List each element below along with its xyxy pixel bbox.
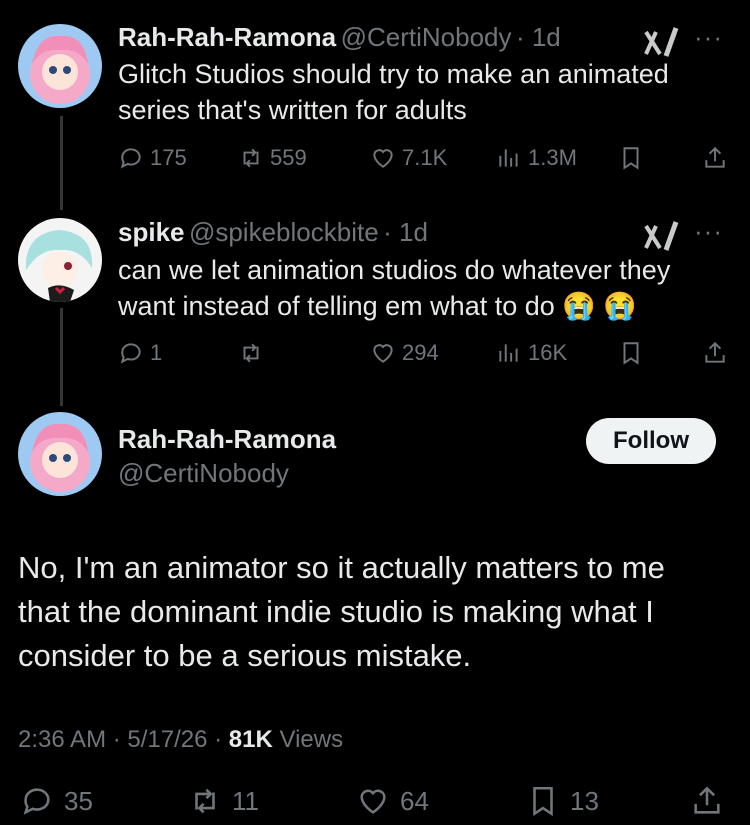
retweet-icon: [195, 788, 215, 814]
tweet-text-line: Glitch Studios should try to make an ani…: [118, 59, 669, 89]
reply-button[interactable]: 1: [118, 340, 162, 366]
share-icon: [705, 341, 725, 363]
reply-count: 175: [150, 145, 187, 170]
grok-icon[interactable]: [642, 220, 682, 254]
views-count: 81K: [228, 726, 273, 753]
more-icon[interactable]: ···: [694, 22, 723, 53]
views-icon: [499, 149, 518, 167]
avatar[interactable]: [18, 218, 102, 302]
reply-icon: [23, 788, 50, 815]
crying-emoji: 😭 😭: [562, 291, 638, 321]
post-date[interactable]: 5/17/26: [127, 726, 207, 753]
bookmark-icon: [623, 147, 639, 170]
handle[interactable]: @CertiNobody: [118, 458, 289, 489]
handle[interactable]: @CertiNobody: [341, 22, 512, 52]
display-name[interactable]: Rah-Rah-Ramona: [118, 424, 336, 455]
timestamp[interactable]: · 1d: [516, 22, 561, 52]
like-count: 7.1K: [402, 145, 448, 170]
bookmark-button[interactable]: [618, 340, 644, 366]
retweet-button[interactable]: 11: [188, 784, 259, 818]
post-time[interactable]: 2:36 AM: [18, 726, 106, 753]
retweet-button[interactable]: [238, 340, 270, 366]
timestamp[interactable]: · 1d: [383, 217, 428, 247]
grok-icon[interactable]: [642, 26, 682, 60]
retweet-button[interactable]: 559: [238, 145, 307, 171]
views-button[interactable]: 1.3M: [496, 145, 577, 171]
avatar[interactable]: [18, 24, 102, 108]
avatar[interactable]: [18, 412, 102, 496]
tweet-text-line: want instead of telling em what to do: [118, 291, 555, 321]
reply-icon: [120, 343, 141, 364]
reply-count: 1: [150, 340, 163, 365]
share-button[interactable]: [690, 784, 724, 818]
tweet-text-line: series that's written for adults: [118, 95, 467, 125]
like-icon: [373, 149, 393, 168]
like-count: 64: [400, 785, 429, 816]
views-count: 1.3M: [528, 145, 577, 170]
views-count: 16K: [528, 340, 568, 365]
share-button[interactable]: [702, 340, 728, 366]
like-button[interactable]: 64: [356, 784, 429, 818]
retweet-icon: [243, 148, 259, 168]
bookmark-icon: [623, 342, 639, 365]
tweet-meta: 2:36 AM · 5/17/26 · 81K Views: [18, 726, 344, 753]
more-icon[interactable]: ···: [694, 216, 723, 247]
tweet-text-line: that the dominant indie studio is making…: [18, 594, 654, 629]
share-button[interactable]: [702, 145, 728, 171]
share-icon: [705, 146, 725, 168]
views-icon: [499, 344, 518, 362]
retweet-count: 559: [270, 145, 307, 170]
thread-line: [60, 308, 63, 406]
views-label: Views: [279, 726, 344, 753]
reply-icon: [120, 148, 141, 169]
bookmark-count: 13: [570, 785, 599, 816]
follow-button[interactable]: Follow: [586, 418, 716, 464]
reply-button[interactable]: 175: [118, 145, 187, 171]
like-button[interactable]: 7.1K: [370, 145, 447, 171]
display-name[interactable]: spike: [118, 217, 185, 247]
retweet-count: 11: [232, 785, 259, 816]
handle[interactable]: @spikeblockbite: [189, 217, 379, 247]
bookmark-icon: [533, 786, 553, 817]
display-name[interactable]: Rah-Rah-Ramona: [118, 22, 336, 52]
share-icon: [694, 786, 720, 814]
bookmark-button[interactable]: [618, 145, 644, 171]
like-icon: [373, 344, 393, 363]
reply-count: 35: [64, 785, 93, 816]
like-icon: [360, 789, 386, 814]
bookmark-button[interactable]: 13: [526, 784, 599, 818]
reply-button[interactable]: 35: [20, 784, 93, 818]
retweet-icon: [243, 343, 259, 363]
thread-line: [60, 116, 63, 210]
like-button[interactable]: 294: [370, 340, 439, 366]
like-count: 294: [402, 340, 439, 365]
views-button[interactable]: 16K: [496, 340, 567, 366]
tweet-text-line: consider to be a serious mistake.: [18, 638, 472, 673]
tweet-text-line: can we let animation studios do whatever…: [118, 255, 671, 285]
tweet-text-line: No, I'm an animator so it actually matte…: [18, 550, 665, 585]
